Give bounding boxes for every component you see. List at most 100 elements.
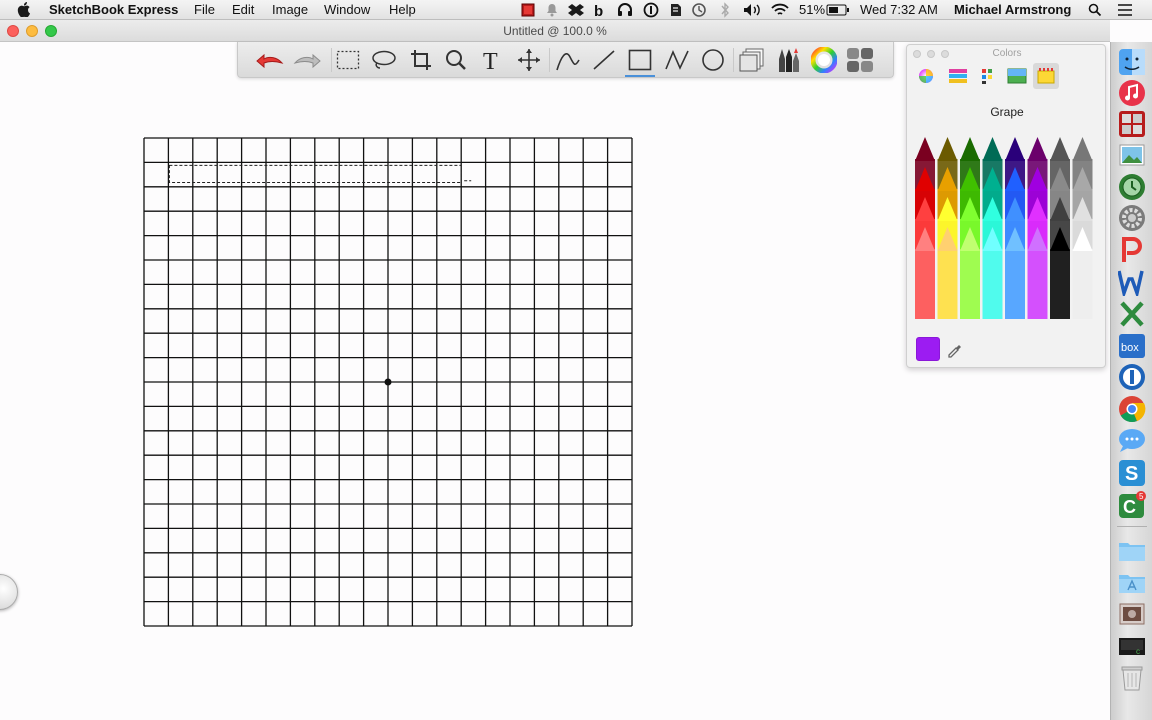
crop-tool[interactable] [406,45,436,75]
messages-icon [1119,429,1145,452]
tab-color-wheel[interactable] [913,63,939,89]
menu-image[interactable]: Image [272,2,308,17]
chrome-icon [1119,396,1146,423]
line-tool[interactable] [589,45,619,75]
battery-icon[interactable] [826,1,850,19]
selected-color-name: Grape [990,105,1024,119]
eyedropper-icon[interactable] [946,340,962,358]
dock-finder[interactable] [1118,48,1146,76]
brushes-button[interactable] [773,45,803,75]
image-palette-icon [1007,68,1027,84]
palettes-button[interactable] [845,45,875,75]
b-status-icon[interactable]: b [592,1,608,19]
polyline-tool[interactable] [662,45,692,75]
undo-button[interactable] [255,45,285,75]
toolbar-separator [331,48,332,72]
brushes-icon [779,48,799,72]
menu-bar: SketchBook Express File Edit Image Windo… [0,0,1152,20]
pdf-app-icon [1122,237,1142,262]
user-name[interactable]: Michael Armstrong [954,2,1071,17]
wifi-icon[interactable] [770,1,790,19]
menu-edit[interactable]: Edit [232,2,254,17]
color-wheel-button[interactable] [809,45,839,75]
dock-chrome[interactable] [1118,395,1146,423]
dock-itunes[interactable] [1118,79,1146,107]
dropbox-icon[interactable] [567,1,585,19]
1password-icon [1119,364,1145,390]
move-tool[interactable] [514,45,544,75]
dock-camtasia[interactable]: C5 [1118,491,1146,519]
excel-icon [1120,301,1144,327]
lasso-icon [372,50,396,69]
menu-window[interactable]: Window [324,2,370,17]
dock-1password[interactable] [1118,363,1146,391]
dock-downloads[interactable] [1118,600,1146,628]
app-name-menu[interactable]: SketchBook Express [49,2,178,17]
clock[interactable]: Wed 7:32 AM [860,2,938,17]
downloads-stack-icon [1119,603,1145,625]
evernote-icon[interactable] [666,1,684,19]
lasso-tool[interactable] [369,45,399,75]
notification-center-icon[interactable] [1114,1,1136,19]
menu-file[interactable]: File [194,2,215,17]
rectangle-select-icon [336,50,360,70]
curve-tool[interactable] [553,45,583,75]
svg-text:box: box [1121,342,1139,354]
dock: box S C5 c [1110,42,1152,720]
rectangle-select-tool[interactable] [333,45,363,75]
color-palette-icon [982,69,992,84]
info-circle-icon[interactable] [642,1,660,19]
time-machine-status-icon[interactable] [690,1,708,19]
menu-help[interactable]: Help [389,2,416,17]
dock-iphoto[interactable] [1118,141,1146,169]
time-machine-icon [1119,174,1145,200]
dock-folder[interactable] [1118,536,1146,564]
text-tool[interactable]: T [477,45,507,75]
dock-trash[interactable] [1118,664,1146,692]
tab-color-sliders[interactable] [945,63,971,89]
colors-panel: Colors Grape [906,44,1106,368]
dock-photo-booth[interactable] [1118,110,1146,138]
bluetooth-icon[interactable] [718,1,732,19]
apple-icon[interactable] [17,2,31,17]
dock-system-preferences[interactable] [1118,204,1146,232]
ellipse-tool[interactable] [698,45,728,75]
dock-messages[interactable] [1118,427,1146,455]
tab-crayons[interactable] [1033,63,1059,89]
color-wheel-icon [919,69,933,83]
current-color-swatch[interactable] [916,337,940,361]
spotlight-search-icon[interactable] [1086,1,1104,19]
redo-button[interactable] [292,45,322,75]
rectangle-tool[interactable] [625,45,655,77]
notification-bell-icon[interactable] [544,1,560,19]
dock-word[interactable] [1118,268,1146,296]
dock-stack[interactable]: c [1118,632,1146,660]
redo-icon [293,53,321,69]
dock-sketchbook-express[interactable]: S [1118,459,1146,487]
crayon-box[interactable] [915,137,1099,319]
toolbar: T [237,42,894,78]
text-icon: T [483,49,498,72]
panel-title: Colors [992,48,1022,59]
crop-icon [411,50,431,70]
scroll-knob[interactable] [0,574,18,610]
zoom-tool[interactable] [441,45,471,75]
dock-box[interactable]: box [1118,332,1146,360]
dock-excel[interactable] [1118,300,1146,328]
headphones-icon[interactable] [616,1,634,19]
dock-applications[interactable] [1118,568,1146,596]
svg-text:T: T [483,49,498,72]
svg-text:c: c [1136,647,1140,656]
tab-image-palettes[interactable] [1004,63,1030,89]
crayons-icon [1037,68,1055,84]
sketchbook-icon: S [1119,460,1145,486]
volume-icon[interactable] [742,1,764,19]
dock-time-machine[interactable] [1118,173,1146,201]
dock-pdf-app[interactable] [1118,236,1146,264]
recording-icon[interactable] [520,1,536,19]
photo-booth-icon [1119,111,1145,137]
tab-color-palettes[interactable] [975,63,1001,89]
layers-button[interactable] [737,45,767,75]
canvas-grid[interactable] [143,137,633,627]
camtasia-badge: 5 [1139,492,1144,501]
